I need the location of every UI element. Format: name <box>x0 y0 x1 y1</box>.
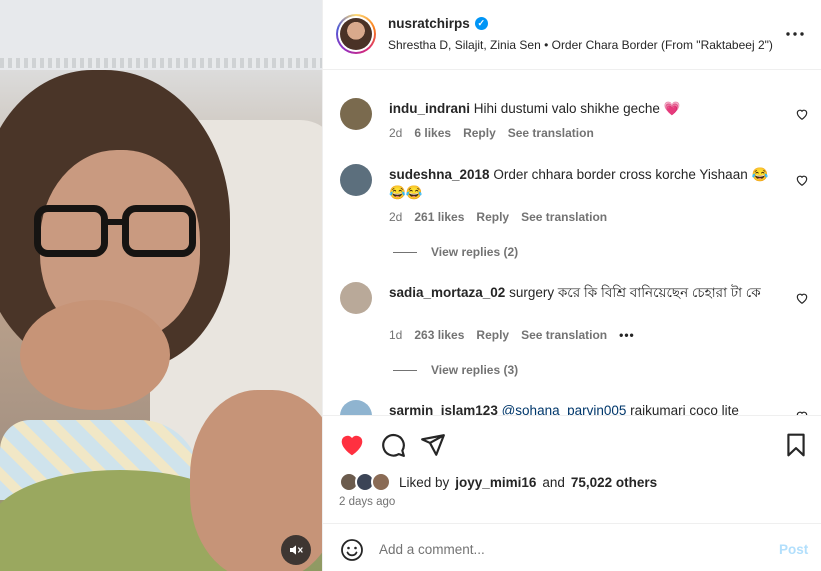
emoji-icon[interactable] <box>340 538 364 562</box>
comment-like-heart-icon[interactable] <box>795 291 809 305</box>
heart-filled-icon[interactable] <box>339 432 365 458</box>
comment-time[interactable]: 2d <box>389 210 402 224</box>
see-translation-button[interactable]: See translation <box>521 210 607 224</box>
liker-avatars[interactable] <box>339 472 393 492</box>
video-wall-molding <box>0 58 322 68</box>
liked-by-others[interactable]: 75,022 others <box>571 475 657 490</box>
comments-list[interactable]: indu_indrani Hihi dustumi valo shikhe ge… <box>323 71 821 415</box>
comment-likes[interactable]: 261 likes <box>414 210 464 224</box>
verified-badge-icon: ✓ <box>474 17 488 30</box>
author-username[interactable]: nusratchirps <box>388 16 470 31</box>
more-options-button[interactable] <box>783 22 807 46</box>
comment-username[interactable]: sarmin_islam123 <box>389 403 498 415</box>
view-replies-label: View replies (2) <box>431 245 519 259</box>
reply-button[interactable]: Reply <box>476 210 509 224</box>
comment-username[interactable]: indu_indrani <box>389 101 470 116</box>
share-icon[interactable] <box>420 432 446 458</box>
bookmark-icon[interactable] <box>783 432 809 458</box>
view-replies-button[interactable]: View replies (3) <box>393 363 518 377</box>
more-horizontal-icon <box>786 32 804 36</box>
comment-avatar[interactable] <box>340 164 372 196</box>
add-comment-input[interactable] <box>379 536 759 562</box>
liked-by-and: and <box>542 474 565 490</box>
volume-off-icon <box>290 545 303 555</box>
view-replies-label: View replies (3) <box>431 363 519 377</box>
comment-text: surgery করে কি বিশ্রি বানিয়েছেন চেহারা … <box>509 285 761 300</box>
comment-mention-link[interactable]: @sohana_parvin005 <box>502 403 627 415</box>
reply-button[interactable]: Reply <box>463 126 496 140</box>
see-translation-button[interactable]: See translation <box>508 126 594 140</box>
liked-by-user[interactable]: joyy_mimi16 <box>455 475 536 490</box>
post-details-panel: nusratchirps ✓ Shrestha D, Silajit, Zini… <box>322 0 821 571</box>
post-header: nusratchirps ✓ Shrestha D, Silajit, Zini… <box>323 0 821 70</box>
post-actions: Liked by joyy_mimi16 and 75,022 others 2… <box>323 415 821 523</box>
comment-avatar[interactable] <box>340 98 372 130</box>
comment-like-heart-icon[interactable] <box>795 173 809 187</box>
mute-button[interactable] <box>281 535 311 565</box>
audio-credit[interactable]: Shrestha D, Silajit, Zinia Sen • Order C… <box>388 38 773 52</box>
comment-text: rajkumari coco lite <box>630 403 739 415</box>
comment-text: Hihi dustumi valo shikhe geche 💗 <box>473 101 681 116</box>
likes-summary: Liked by joyy_mimi16 and 75,022 others <box>339 472 657 492</box>
comment-likes[interactable]: 6 likes <box>414 126 451 140</box>
post-video[interactable] <box>0 0 322 571</box>
comment-username[interactable]: sudeshna_2018 <box>389 167 490 182</box>
comment-like-heart-icon[interactable] <box>795 107 809 121</box>
video-hand <box>20 300 170 410</box>
liked-by-prefix: Liked by <box>399 474 450 490</box>
comment-likes[interactable]: 263 likes <box>414 328 464 342</box>
post-comment-button[interactable]: Post <box>779 542 808 557</box>
comment-composer: Post <box>323 523 821 571</box>
comment-time[interactable]: 1d <box>389 328 402 342</box>
author-avatar[interactable] <box>336 14 376 54</box>
video-glasses <box>34 205 199 260</box>
comment-avatar[interactable] <box>340 400 372 415</box>
reply-button[interactable]: Reply <box>476 328 509 342</box>
see-translation-button[interactable]: See translation <box>521 328 607 342</box>
comment-icon[interactable] <box>380 432 406 458</box>
comment-time[interactable]: 2d <box>389 126 402 140</box>
post-timestamp[interactable]: 2 days ago <box>339 496 395 508</box>
comment-options-button[interactable]: ••• <box>619 328 635 342</box>
view-replies-button[interactable]: View replies (2) <box>393 245 518 259</box>
comment-avatar[interactable] <box>340 282 372 314</box>
comment-username[interactable]: sadia_mortaza_02 <box>389 285 505 300</box>
